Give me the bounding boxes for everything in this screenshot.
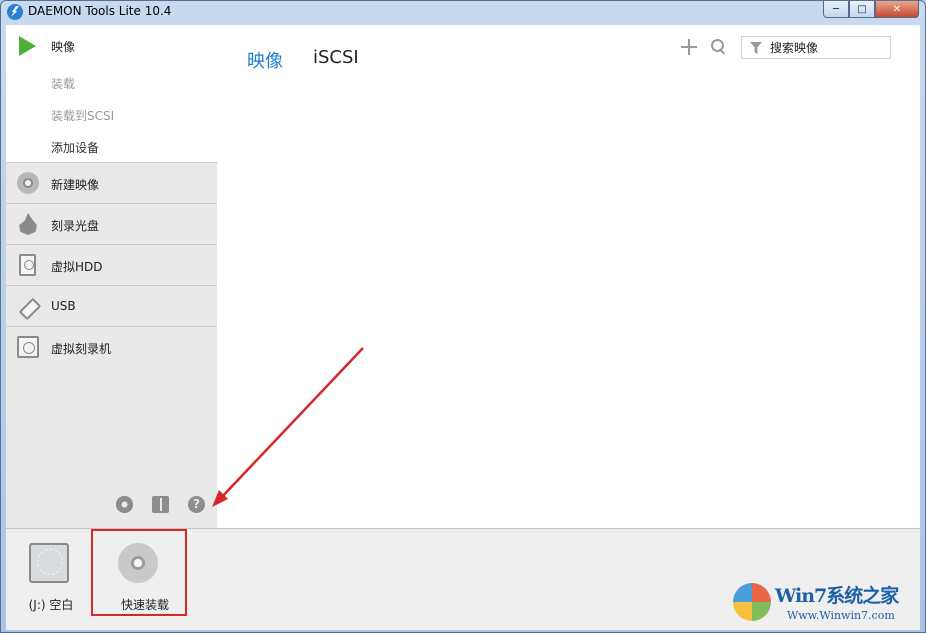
main-panel: 映像 iSCSI [217, 25, 920, 528]
sidebar-item-label: 刻录光盘 [51, 219, 100, 233]
search-input[interactable] [770, 39, 888, 56]
disc-icon [17, 172, 39, 194]
sidebar-item-usb[interactable]: USB [6, 285, 217, 326]
watermark-title: Win7系统之家 [775, 585, 899, 607]
watermark-url: Www.Winwin7.com [787, 609, 895, 622]
drive-j-empty[interactable]: (J:) 空白 [16, 537, 86, 623]
sidebar-item-new-image[interactable]: 新建映像 [6, 162, 217, 203]
sidebar-item-label: 虚拟HDD [51, 260, 103, 274]
empty-drive-icon [29, 543, 69, 583]
watermark: Win7系统之家 Www.Winwin7.com [733, 579, 923, 629]
tab-images[interactable]: 映像 [247, 47, 283, 73]
sidebar-item-virtual-hdd[interactable]: 虚拟HDD [6, 244, 217, 285]
flame-icon [19, 213, 37, 235]
sidebar-subitem-mount-scsi[interactable]: 装载到SCSI [51, 107, 114, 124]
sidebar-tools: ? [116, 496, 205, 513]
sidebar-item-burn-disc[interactable]: 刻录光盘 [6, 203, 217, 244]
window-controls: ─ □ ✕ [823, 1, 919, 18]
close-button[interactable]: ✕ [875, 1, 919, 18]
play-icon [19, 36, 36, 56]
daemon-tools-logo-icon [7, 4, 23, 20]
help-icon[interactable]: ? [188, 496, 205, 513]
sidebar-item-label: 新建映像 [51, 178, 100, 192]
title-bar[interactable]: DAEMON Tools Lite 10.4 ─ □ ✕ [1, 1, 925, 25]
sidebar-item-label: 虚拟刻录机 [51, 342, 112, 356]
sidebar-item-label: USB [51, 299, 76, 313]
gear-icon[interactable] [116, 496, 133, 513]
tab-iscsi[interactable]: iSCSI [313, 47, 359, 68]
sidebar-item-label: 映像 [51, 40, 76, 54]
virtual-burner-icon [17, 336, 39, 358]
sidebar-images-section: 映像 装载 装载到SCSI 添加设备 [6, 25, 217, 162]
sidebar-item-images[interactable]: 映像 [6, 35, 217, 57]
filter-icon[interactable] [750, 42, 762, 54]
maximize-button[interactable]: □ [849, 1, 875, 18]
search-box[interactable] [741, 36, 891, 59]
minimize-button[interactable]: ─ [823, 1, 849, 18]
sidebar-subitem-mount[interactable]: 装载 [51, 75, 75, 92]
windows-logo-icon [733, 583, 771, 621]
drive-label: (J:) 空白 [28, 598, 74, 612]
usb-icon [17, 295, 39, 317]
search-icon[interactable] [711, 39, 726, 54]
window-title: DAEMON Tools Lite 10.4 [28, 4, 172, 18]
panel-layout-icon[interactable] [152, 496, 169, 513]
highlight-box [91, 529, 187, 616]
sidebar-subitem-add-device[interactable]: 添加设备 [51, 139, 99, 156]
add-icon[interactable] [680, 38, 698, 56]
hdd-icon [19, 254, 36, 276]
sidebar: 映像 装载 装载到SCSI 添加设备 新建映像 刻录光盘 虚拟HDD USB 虚… [6, 25, 217, 528]
sidebar-item-virtual-burner[interactable]: 虚拟刻录机 [6, 326, 217, 367]
